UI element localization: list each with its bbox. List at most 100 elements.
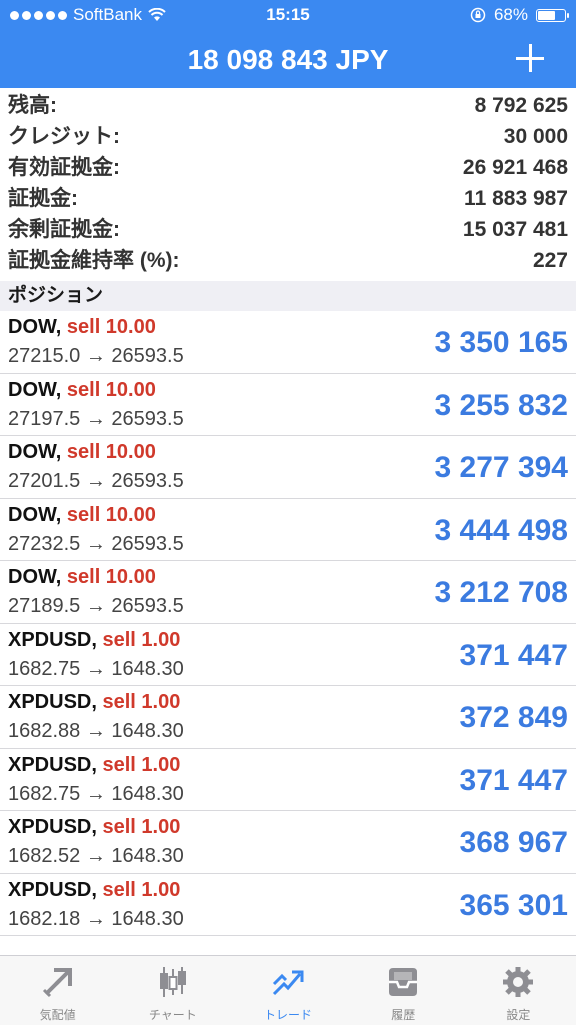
position-title: DOW, sell 10.00	[8, 316, 156, 339]
positions-section-title: ポジション	[8, 285, 104, 306]
summary-row: 証拠金維持率 (%): 227	[0, 245, 576, 276]
tab-label: 設定	[506, 1008, 531, 1022]
position-prices: 27201.5 → 26593.5	[8, 470, 184, 492]
position-prices: 27197.5 → 26593.5	[8, 407, 184, 430]
position-title: XPDUSD, sell 1.00	[8, 629, 180, 652]
position-title: XPDUSD, sell 1.00	[8, 691, 180, 714]
tab-quotes[interactable]: 気配値	[0, 956, 115, 1025]
summary-row: 有効証拠金: 26 921 468	[0, 152, 576, 183]
position-profit: 3 444 498	[434, 513, 568, 547]
position-profit: 3 350 165	[434, 326, 568, 359]
page-title: 18 098 843 JPY	[187, 44, 389, 75]
position-profit: 3 277 394	[434, 451, 568, 484]
position-side: sell 1.00	[102, 628, 181, 651]
position-profit: 371 447	[459, 763, 568, 797]
chart-icon	[155, 964, 191, 1000]
status-bar: SoftBank 15:15 68%	[0, 0, 576, 30]
position-row[interactable]: XPDUSD, sell 1.00 1682.18 → 1648.30 365 30…	[0, 874, 576, 936]
position-row[interactable]: XPDUSD, sell 1.00 1682.75 → 1648.30 371 44…	[0, 624, 576, 686]
summary-label: クレジット:	[8, 125, 120, 148]
position-side: sell 10.00	[66, 378, 156, 401]
trade-icon	[270, 964, 306, 1000]
position-profit: 368 967	[459, 826, 568, 859]
position-symbol: XPDUSD,	[8, 691, 103, 713]
position-side: sell 1.00	[102, 691, 181, 713]
position-profit: 3 255 832	[434, 388, 568, 422]
position-row[interactable]: DOW, sell 10.00 27201.5 → 26593.5 3 277 39…	[0, 436, 576, 499]
battery-percent: 68%	[493, 5, 528, 24]
position-side: sell 10.00	[66, 566, 156, 588]
summary-label: 証拠金維持率 (%):	[8, 249, 180, 272]
position-row[interactable]: DOW, sell 10.00 27215.0 → 26593.5 3 350 16…	[0, 311, 576, 374]
position-symbol: DOW,	[8, 378, 67, 401]
position-title: DOW, sell 10.00	[8, 379, 156, 402]
summary-value: 11 883 987	[464, 187, 568, 210]
position-prices: 27215.0 → 26593.5	[8, 345, 184, 367]
positions-section-header: ポジション	[0, 281, 576, 311]
summary-value: 30 000	[503, 125, 568, 148]
position-prices: 1682.75 → 1648.30	[8, 657, 184, 680]
position-side: sell 10.00	[66, 316, 156, 338]
summary-label: 残高:	[8, 94, 57, 117]
summary-row: 余剰証拠金: 15 037 481	[0, 214, 576, 245]
position-symbol: DOW,	[8, 441, 67, 463]
summary-label: 余剰証拠金:	[8, 218, 120, 241]
position-title: DOW, sell 10.00	[8, 504, 156, 527]
summary-row: 残高: 8 792 625	[0, 90, 576, 121]
summary-value: 8 792 625	[474, 94, 568, 117]
tab-label: トレード	[264, 1008, 313, 1022]
position-prices: 27232.5 → 26593.5	[8, 532, 184, 555]
position-title: XPDUSD, sell 1.00	[8, 879, 180, 902]
position-title: DOW, sell 10.00	[8, 566, 156, 589]
position-row[interactable]: XPDUSD, sell 1.00 1682.88 → 1648.30 372 84…	[0, 686, 576, 749]
summary-value: 227	[532, 249, 568, 272]
account-summary: 残高: 8 792 625 クレジット: 30 000 有効証拠金: 26 921 468…	[0, 90, 576, 276]
position-prices: 1682.75 → 1648.30	[8, 782, 184, 805]
tab-label: チャート	[148, 1008, 197, 1022]
history-icon	[385, 964, 421, 1000]
tab-history[interactable]: 履歴	[346, 956, 461, 1025]
position-row[interactable]: DOW, sell 10.00 27197.5 → 26593.5 3 255 83…	[0, 374, 576, 436]
position-symbol: DOW,	[8, 316, 67, 338]
position-row[interactable]: XPDUSD, sell 1.00 1682.75 → 1648.30 371 44…	[0, 749, 576, 811]
position-profit: 372 849	[459, 701, 568, 734]
summary-label: 証拠金:	[8, 187, 78, 210]
position-symbol: XPDUSD,	[8, 753, 103, 776]
position-prices: 27189.5 → 26593.5	[8, 595, 184, 617]
quotes-icon	[40, 964, 76, 1000]
position-side: sell 1.00	[102, 878, 181, 901]
position-symbol: DOW,	[8, 566, 67, 588]
tab-chart[interactable]: チャート	[115, 956, 230, 1025]
position-symbol: XPDUSD,	[8, 878, 103, 901]
header-bar: SoftBank 15:15 68% 18 098 843 JPY	[0, 0, 576, 88]
tab-label: 履歴	[391, 1008, 416, 1022]
summary-label: 有効証拠金:	[8, 156, 120, 179]
position-symbol: DOW,	[8, 503, 67, 526]
position-side: sell 1.00	[102, 753, 181, 776]
position-row[interactable]: DOW, sell 10.00 27232.5 → 26593.5 3 444 49…	[0, 499, 576, 561]
positions-list: DOW, sell 10.00 27215.0 → 26593.5 3 350 16…	[0, 311, 576, 936]
position-symbol: XPDUSD,	[8, 816, 103, 838]
position-title: XPDUSD, sell 1.00	[8, 816, 180, 839]
position-profit: 371 447	[459, 638, 568, 672]
position-side: sell 1.00	[102, 816, 181, 838]
position-profit: 3 212 708	[434, 576, 568, 609]
position-title: XPDUSD, sell 1.00	[8, 754, 180, 777]
tab-label: 気配値	[39, 1008, 76, 1022]
position-row[interactable]: XPDUSD, sell 1.00 1682.52 → 1648.30 368 96…	[0, 811, 576, 874]
position-title: DOW, sell 10.00	[8, 441, 156, 464]
summary-row: クレジット: 30 000	[0, 121, 576, 152]
position-side: sell 10.00	[66, 503, 156, 526]
new-order-button[interactable]	[512, 40, 548, 76]
summary-value: 15 037 481	[462, 218, 568, 241]
battery-icon	[536, 8, 569, 22]
position-prices: 1682.18 → 1648.30	[8, 907, 184, 930]
orientation-lock-icon	[470, 7, 486, 23]
tab-trade[interactable]: トレード	[230, 956, 345, 1025]
position-prices: 1682.52 → 1648.30	[8, 845, 184, 867]
position-prices: 1682.88 → 1648.30	[8, 720, 184, 742]
tab-settings[interactable]: 設定	[461, 956, 576, 1025]
settings-icon	[500, 964, 536, 1000]
position-row[interactable]: DOW, sell 10.00 27189.5 → 26593.5 3 212 70…	[0, 561, 576, 624]
summary-value: 26 921 468	[462, 156, 568, 179]
